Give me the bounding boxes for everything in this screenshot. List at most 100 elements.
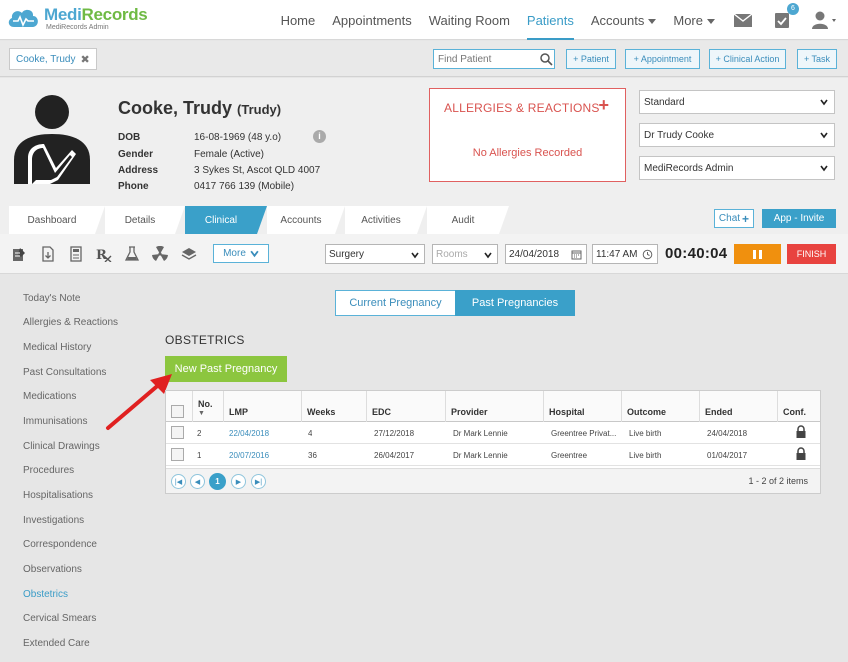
section-title: OBSTETRICS <box>165 333 245 347</box>
prescription-icon[interactable]: R <box>96 246 112 262</box>
radiology-icon[interactable] <box>152 246 168 262</box>
lock-icon[interactable] <box>795 447 807 460</box>
tab-details[interactable]: Details <box>105 206 185 234</box>
cloud-logo-icon <box>8 9 38 27</box>
date-picker[interactable]: 24/04/2018 <box>505 244 587 264</box>
page-number[interactable]: 1 <box>209 473 226 490</box>
sidebar-item-todays-note[interactable]: Today's Note <box>23 293 81 304</box>
add-allergy-button[interactable]: + <box>598 95 609 116</box>
more-tools-button[interactable]: More <box>213 244 269 263</box>
lab-flask-icon[interactable] <box>124 246 140 262</box>
add-task-button[interactable]: + Task <box>797 49 837 69</box>
calculator-icon[interactable] <box>68 246 84 262</box>
lock-icon[interactable] <box>795 425 807 438</box>
app-invite-button[interactable]: App - Invite <box>762 209 836 228</box>
add-clinical-action-button[interactable]: + Clinical Action <box>709 49 786 69</box>
allergies-panel: ALLERGIES & REACTIONS + No Allergies Rec… <box>429 88 626 182</box>
find-patient-input[interactable] <box>433 49 555 69</box>
add-appointment-button[interactable]: + Appointment <box>625 49 700 69</box>
user-select[interactable]: MediRecords Admin <box>639 156 835 180</box>
grid-pager: |◀ ◀ 1 ▶ ▶| 1 - 2 of 2 items <box>166 468 820 493</box>
sidebar-item-allergies[interactable]: Allergies & Reactions <box>23 317 118 328</box>
column-lmp[interactable]: LMP <box>223 391 301 422</box>
lmp-link[interactable]: 20/07/2016 <box>229 444 269 466</box>
appointment-type-select[interactable]: Standard <box>639 90 835 114</box>
tab-dashboard[interactable]: Dashboard <box>9 206 105 234</box>
nav-accounts[interactable]: Accounts <box>591 0 657 40</box>
layers-icon[interactable] <box>181 246 197 262</box>
nav-home[interactable]: Home <box>281 0 316 40</box>
lmp-link[interactable]: 22/04/2018 <box>229 422 269 444</box>
table-row[interactable]: 2 22/04/2018 4 27/12/2018 Dr Mark Lennie… <box>166 422 820 444</box>
select-all-checkbox[interactable] <box>171 405 184 418</box>
table-row[interactable]: 1 20/07/2016 36 26/04/2017 Dr Mark Lenni… <box>166 444 820 466</box>
sidebar-item-medications[interactable]: Medications <box>23 391 76 402</box>
add-patient-button[interactable]: + Patient <box>566 49 616 69</box>
column-edc[interactable]: EDC <box>366 391 445 422</box>
location-select[interactable]: Surgery <box>325 244 425 264</box>
rooms-select[interactable]: Rooms <box>432 244 498 264</box>
clock-icon <box>642 249 653 260</box>
chevron-down-icon <box>820 99 828 106</box>
row-checkbox[interactable] <box>171 426 184 439</box>
sidebar-item-obstetrics[interactable]: Obstetrics <box>23 589 68 600</box>
nav-patients[interactable]: Patients <box>526 0 574 40</box>
previous-page-icon[interactable]: ◀ <box>190 474 205 489</box>
sidebar-item-procedures[interactable]: Procedures <box>23 465 74 476</box>
chevron-down-icon <box>820 165 828 172</box>
info-icon[interactable]: i <box>313 130 326 143</box>
clinical-toolbar: R More Surgery Rooms 24/04/2018 11:47 AM… <box>0 234 848 274</box>
close-icon[interactable]: ✖ <box>80 53 89 66</box>
nav-more[interactable]: More <box>673 0 715 40</box>
column-no[interactable]: No. ▼ <box>192 391 223 422</box>
first-page-icon[interactable]: |◀ <box>171 474 186 489</box>
tab-accounts[interactable]: Accounts <box>267 206 345 234</box>
tab-audit[interactable]: Audit <box>427 206 509 234</box>
mail-icon[interactable] <box>732 9 754 31</box>
patient-header: Cooke, Trudy (Trudy) DOB 16-08-1969 (48 y… <box>0 78 848 206</box>
tab-clinical[interactable]: Clinical <box>185 206 267 234</box>
time-picker[interactable]: 11:47 AM <box>592 244 658 264</box>
column-weeks[interactable]: Weeks <box>301 391 366 422</box>
finish-button[interactable]: FINISH <box>787 244 836 264</box>
sidebar-item-hospitalisations[interactable]: Hospitalisations <box>23 490 93 501</box>
sidebar-item-clinical-drawings[interactable]: Clinical Drawings <box>23 441 100 452</box>
pause-button[interactable] <box>734 244 781 264</box>
chevron-down-icon <box>484 252 492 259</box>
column-hospital[interactable]: Hospital <box>543 391 621 422</box>
pager-info: 1 - 2 of 2 items <box>748 476 808 486</box>
sidebar-item-observations[interactable]: Observations <box>23 564 82 575</box>
tab-past-pregnancies[interactable]: Past Pregnancies <box>455 290 575 316</box>
column-provider[interactable]: Provider <box>445 391 543 422</box>
column-outcome[interactable]: Outcome <box>621 391 699 422</box>
medirecords-logo[interactable]: MediRecords MediRecords Admin <box>6 4 156 34</box>
sidebar-item-immunisations[interactable]: Immunisations <box>23 416 87 427</box>
tasks-icon[interactable]: 6 <box>771 3 799 31</box>
column-ended[interactable]: Ended <box>699 391 777 422</box>
document-download-icon[interactable] <box>40 246 56 262</box>
tab-current-pregnancy[interactable]: Current Pregnancy <box>335 290 456 316</box>
tab-activities[interactable]: Activities <box>345 206 427 234</box>
chevron-down-icon <box>820 132 828 139</box>
sidebar-item-medical-history[interactable]: Medical History <box>23 342 91 353</box>
sidebar-item-extended-care[interactable]: Extended Care <box>23 638 90 649</box>
column-confidential[interactable]: Conf. <box>777 391 821 422</box>
sidebar-item-cervical-smears[interactable]: Cervical Smears <box>23 613 96 624</box>
nav-waiting-room[interactable]: Waiting Room <box>429 0 510 40</box>
sidebar-item-past-consultations[interactable]: Past Consultations <box>23 367 106 378</box>
sidebar-item-investigations[interactable]: Investigations <box>23 515 84 526</box>
last-page-icon[interactable]: ▶| <box>251 474 266 489</box>
nav-appointments[interactable]: Appointments <box>332 0 412 40</box>
no-allergies-text: No Allergies Recorded <box>472 147 583 159</box>
clinical-sidebar: Today's Note Allergies & Reactions Medic… <box>0 275 150 662</box>
next-page-icon[interactable]: ▶ <box>231 474 246 489</box>
new-past-pregnancy-button[interactable]: New Past Pregnancy <box>165 356 287 382</box>
search-icon[interactable] <box>539 52 553 66</box>
open-patient-tab[interactable]: Cooke, Trudy ✖ <box>9 48 97 70</box>
sidebar-item-correspondence[interactable]: Correspondence <box>23 539 97 550</box>
chat-button[interactable]: Chat + <box>714 209 754 228</box>
practitioner-select[interactable]: Dr Trudy Cooke <box>639 123 835 147</box>
notepad-icon[interactable] <box>11 246 27 262</box>
row-checkbox[interactable] <box>171 448 184 461</box>
user-menu-icon[interactable] <box>810 9 840 31</box>
